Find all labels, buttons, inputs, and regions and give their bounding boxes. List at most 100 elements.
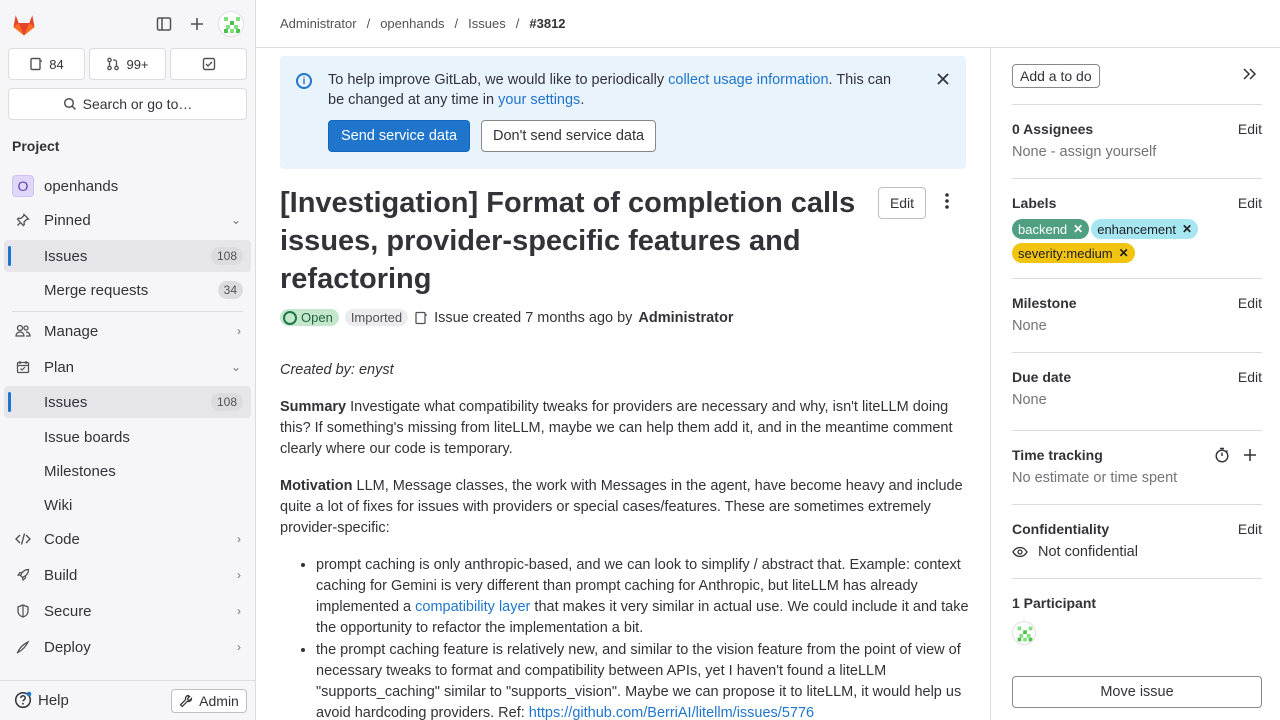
top-bar: Administrator / openhands / Issues / #38… <box>256 0 1280 48</box>
label-backend[interactable]: backend ✕ <box>1012 219 1090 239</box>
confidentiality-title: Confidentiality <box>1012 521 1110 537</box>
project-avatar: O <box>12 175 34 197</box>
github-issue-link[interactable]: https://github.com/BerriAI/litellm/issue… <box>529 705 814 720</box>
edit-assignees-button[interactable]: Edit <box>1238 121 1262 137</box>
calendar-icon <box>14 358 32 376</box>
sidebar-item-plan[interactable]: Plan ⌄ <box>4 351 251 383</box>
move-issue-button[interactable]: Move issue <box>1012 676 1262 708</box>
due-date-title: Due date <box>1012 369 1072 385</box>
status-label: Open <box>301 310 333 325</box>
rocket-icon <box>14 566 32 584</box>
sidebar-item-pinned[interactable]: Pinned ⌄ <box>4 204 251 236</box>
sidebar-item-deploy[interactable]: Deploy › <box>4 631 251 663</box>
sidebar-item-plan-issues[interactable]: Issues 108 <box>4 386 251 418</box>
pin-icon <box>14 211 32 229</box>
more-actions-icon[interactable] <box>944 192 950 210</box>
mr-count: 99+ <box>126 56 149 72</box>
label-name: severity:medium <box>1018 245 1113 261</box>
sidebar-divider <box>12 311 243 312</box>
breadcrumb-separator: / <box>515 16 520 31</box>
sidebar-item-project[interactable]: O openhands <box>4 170 251 202</box>
sidebar-item-issue-boards[interactable]: Issue boards <box>4 421 251 453</box>
merge-request-icon <box>107 57 120 71</box>
issue-title: [Investigation] Format of completion cal… <box>280 187 856 295</box>
sidebar-item-code[interactable]: Code › <box>4 523 251 555</box>
stopwatch-icon[interactable] <box>1214 447 1230 466</box>
users-icon <box>14 322 32 340</box>
sidebar: 84 99+ Search or go to… Project O openha… <box>0 0 256 720</box>
todo-checkbox-icon <box>202 57 215 71</box>
time-tracking-block: Time tracking No estimate or time spent <box>1012 430 1262 504</box>
add-todo-button[interactable]: Add a to do <box>1012 64 1100 88</box>
admin-button[interactable]: Admin <box>171 689 247 713</box>
breadcrumb-current[interactable]: #3812 <box>529 16 565 31</box>
main-content: i To help improve GitLab, we would like … <box>256 48 990 720</box>
sidebar-item-pinned-merge-requests[interactable]: Merge requests 34 <box>4 274 251 306</box>
add-time-icon[interactable] <box>1242 447 1258 466</box>
pinned-mr-count: 34 <box>217 281 243 299</box>
author-link[interactable]: Administrator <box>638 310 733 326</box>
plus-icon[interactable] <box>185 12 209 36</box>
remove-label-icon[interactable]: ✕ <box>1073 222 1083 236</box>
sidebar-section-title: Project <box>12 138 60 154</box>
help-button[interactable]: Help <box>14 691 69 709</box>
admin-label: Admin <box>199 693 239 709</box>
collapse-sidebar-icon[interactable] <box>1241 66 1257 87</box>
compatibility-layer-link[interactable]: compatibility layer <box>415 599 530 615</box>
gitlab-logo-icon[interactable] <box>10 10 38 38</box>
sidebar-item-secure[interactable]: Secure › <box>4 595 251 627</box>
label-name: enhancement <box>1097 221 1176 237</box>
breadcrumb-item[interactable]: Issues <box>468 16 506 31</box>
summary-paragraph: Summary Investigate what compatibility t… <box>280 397 970 460</box>
remove-label-icon[interactable]: ✕ <box>1182 222 1192 236</box>
confidentiality-status: Not confidential <box>1012 544 1138 560</box>
collect-usage-link[interactable]: collect usage information <box>668 72 828 88</box>
plan-label: Plan <box>44 358 75 376</box>
assign-yourself-link[interactable]: None - assign yourself <box>1012 144 1156 160</box>
participant-avatar[interactable] <box>1012 621 1036 645</box>
wiki-label: Wiki <box>44 496 73 514</box>
todo-list-button[interactable] <box>170 48 247 80</box>
participants-title: 1 Participant <box>1012 595 1097 611</box>
issues-icon <box>30 57 43 71</box>
edit-labels-button[interactable]: Edit <box>1238 195 1262 211</box>
your-settings-link[interactable]: your settings <box>498 92 580 108</box>
edit-due-date-button[interactable]: Edit <box>1238 369 1262 385</box>
remove-label-icon[interactable]: ✕ <box>1119 246 1129 260</box>
code-label: Code <box>44 530 80 548</box>
sidebar-item-pinned-issues[interactable]: Issues 108 <box>4 240 251 272</box>
edit-issue-button[interactable]: Edit <box>878 187 926 219</box>
send-service-data-button[interactable]: Send service data <box>328 120 471 152</box>
search-button[interactable]: Search or go to… <box>8 88 247 120</box>
search-icon <box>63 97 76 111</box>
dont-send-service-data-button[interactable]: Don't send service data <box>481 120 657 152</box>
status-badge: Open <box>280 309 339 326</box>
code-icon <box>14 530 32 548</box>
edit-milestone-button[interactable]: Edit <box>1238 295 1262 311</box>
pinned-label: Pinned <box>44 211 91 229</box>
label-enhancement[interactable]: enhancement ✕ <box>1091 219 1199 239</box>
breadcrumb-item[interactable]: openhands <box>380 16 444 31</box>
issue-meta: Open Imported Issue created 7 months ago… <box>280 309 734 326</box>
chevron-right-icon: › <box>237 532 241 546</box>
summary-label: Summary <box>280 399 347 415</box>
milestone-title: Milestone <box>1012 295 1077 311</box>
list-item: prompt caching is only anthropic-based, … <box>316 555 970 639</box>
motivation-text: LLM, Message classes, the work with Mess… <box>280 478 963 536</box>
sidebar-item-manage[interactable]: Manage › <box>4 315 251 347</box>
breadcrumb-item[interactable]: Administrator <box>280 16 357 31</box>
merge-requests-button[interactable]: 99+ <box>89 48 166 80</box>
sidebar-item-milestones[interactable]: Milestones <box>4 455 251 487</box>
assigned-issues-button[interactable]: 84 <box>8 48 85 80</box>
summary-text: Investigate what compatibility tweaks fo… <box>280 399 953 457</box>
issue-description: Created by: enyst Summary Investigate wh… <box>280 360 970 720</box>
sidebar-item-wiki[interactable]: Wiki <box>4 489 251 521</box>
secure-label: Secure <box>44 602 92 620</box>
close-icon[interactable] <box>936 70 950 91</box>
wrench-icon <box>179 694 193 708</box>
label-severity-medium[interactable]: severity:medium ✕ <box>1012 243 1135 263</box>
toggle-sidebar-icon[interactable] <box>152 12 176 36</box>
edit-confidentiality-button[interactable]: Edit <box>1238 521 1262 537</box>
sidebar-item-build[interactable]: Build › <box>4 559 251 591</box>
user-avatar[interactable] <box>218 11 244 37</box>
